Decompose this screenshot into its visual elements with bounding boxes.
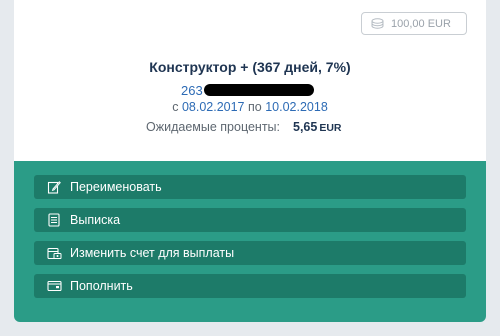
rename-button-label: Переименовать bbox=[70, 180, 162, 194]
account-number: 263 bbox=[181, 82, 314, 98]
period-to-word: по bbox=[248, 100, 262, 114]
top-up-button-label: Пополнить bbox=[70, 279, 133, 293]
expected-interest-amount: 5,65 bbox=[293, 120, 318, 134]
top-up-button[interactable]: Пополнить bbox=[34, 274, 466, 298]
expected-interest-label: Ожидаемые проценты: bbox=[146, 120, 280, 134]
change-payout-account-label: Изменить счет для выплаты bbox=[70, 246, 235, 260]
deposit-period: с 08.02.2017 по 10.02.2018 bbox=[14, 100, 486, 114]
statement-button[interactable]: Выписка bbox=[34, 208, 466, 232]
coins-icon bbox=[371, 18, 384, 29]
deposit-info-panel: 100,00 EUR Конструктор + (367 дней, 7%) … bbox=[14, 0, 486, 161]
change-account-icon bbox=[46, 245, 62, 261]
balance-value: 100,00 EUR bbox=[391, 17, 451, 30]
expected-interest: Ожидаемые проценты: 5,65 EUR bbox=[146, 120, 342, 134]
actions-panel: Переименовать Выписка Изменить счет для … bbox=[14, 161, 486, 322]
statement-button-label: Выписка bbox=[70, 213, 121, 227]
account-number-prefix: 263 bbox=[181, 82, 203, 98]
rename-button[interactable]: Переименовать bbox=[34, 175, 466, 199]
deposit-title: Конструктор + (367 дней, 7%) bbox=[149, 59, 351, 75]
period-end-date: 10.02.2018 bbox=[265, 100, 328, 114]
expected-interest-currency: EUR bbox=[319, 122, 342, 134]
account-number-redaction bbox=[203, 84, 314, 96]
change-payout-account-button[interactable]: Изменить счет для выплаты bbox=[34, 241, 466, 265]
wallet-icon bbox=[46, 278, 62, 294]
edit-icon bbox=[46, 179, 62, 195]
document-icon bbox=[46, 212, 62, 228]
period-start-date: 08.02.2017 bbox=[181, 100, 245, 114]
period-from-word: с bbox=[172, 100, 179, 114]
balance-badge: 100,00 EUR bbox=[361, 12, 467, 35]
deposit-card: 100,00 EUR Конструктор + (367 дней, 7%) … bbox=[14, 0, 486, 322]
